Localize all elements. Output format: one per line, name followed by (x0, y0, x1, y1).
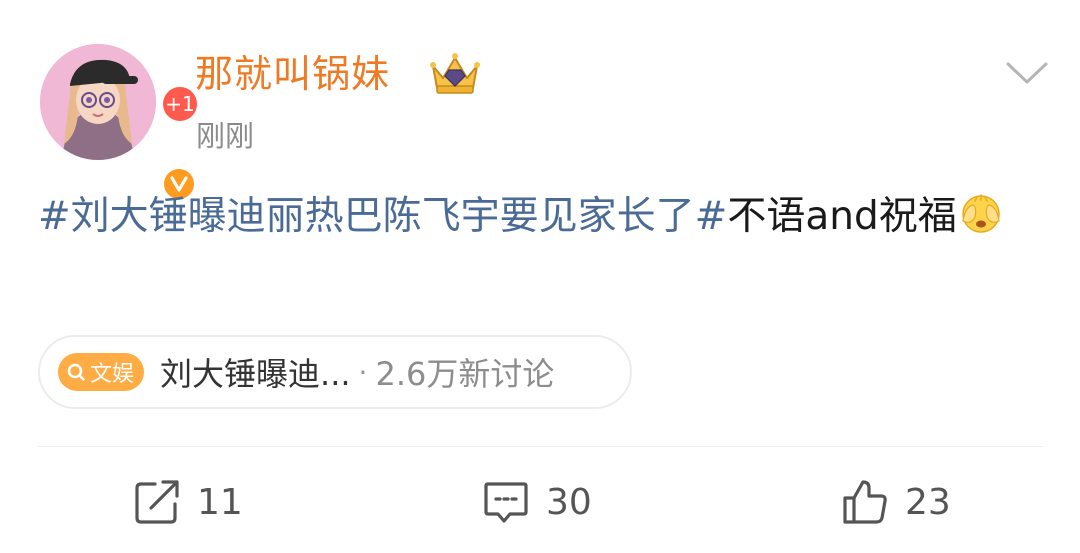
like-count: 23 (905, 481, 951, 523)
topic-card[interactable]: 文娱 刘大锤曝迪... · 2.6万新讨论 (38, 335, 632, 409)
avatar[interactable] (40, 44, 156, 160)
divider (38, 446, 1043, 447)
topic-title: 刘大锤曝迪... (160, 355, 351, 393)
post-timestamp: 刚刚 (196, 119, 255, 153)
avatar-container[interactable]: +1 (40, 44, 200, 202)
face-covering-eyes-emoji-icon (959, 191, 1003, 235)
post-text: 不语and祝福 (727, 194, 957, 239)
author-name[interactable]: 那就叫锅妹 (195, 50, 390, 98)
crown-icon[interactable] (427, 48, 483, 96)
thumbs-up-icon (843, 480, 887, 524)
share-icon (135, 480, 179, 524)
share-count: 11 (197, 481, 243, 523)
comment-count: 30 (546, 481, 592, 523)
notification-badge: +1 (160, 84, 200, 124)
post-hashtag[interactable]: #刘大锤曝迪丽热巴陈飞宇要见家长了# (38, 194, 727, 239)
comment-icon (484, 482, 528, 523)
post-content: #刘大锤曝迪丽热巴陈飞宇要见家长了#不语and祝福 (38, 186, 1043, 248)
topic-separator: · (358, 355, 368, 389)
topic-discussion-count: 2.6万新讨论 (375, 355, 555, 393)
topic-tag: 文娱 (58, 353, 145, 391)
chevron-down-icon[interactable] (1005, 60, 1049, 86)
topic-tag-label: 文娱 (90, 362, 135, 387)
comment-button[interactable]: 30 (482, 478, 592, 526)
like-button[interactable]: 23 (841, 478, 951, 526)
search-icon (66, 362, 86, 382)
share-button[interactable]: 11 (133, 478, 243, 526)
